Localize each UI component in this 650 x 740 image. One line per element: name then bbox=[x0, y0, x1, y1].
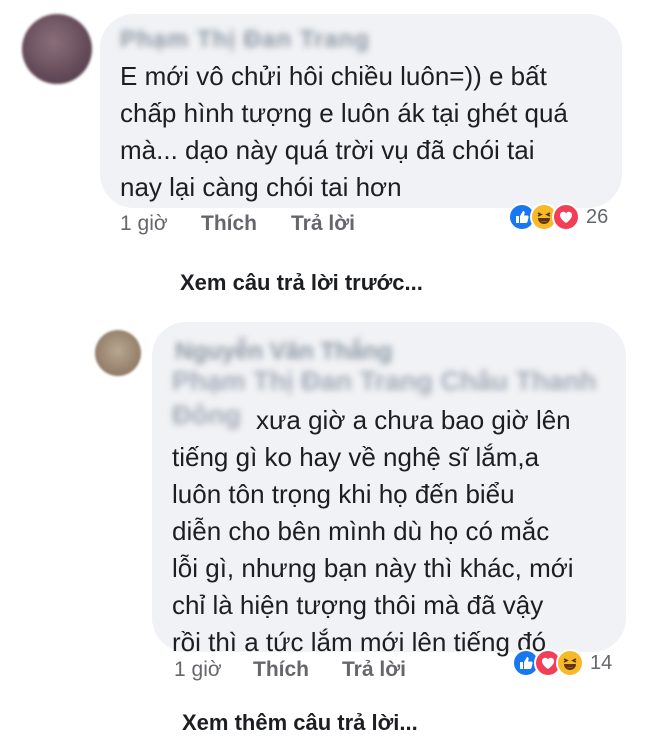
comment-author-name[interactable]: Nguyễn Văn Thắng bbox=[175, 338, 392, 366]
like-button[interactable]: Thích bbox=[253, 658, 309, 682]
view-previous-replies-link[interactable]: Xem câu trả lời trước... bbox=[180, 270, 423, 296]
comment-text-line: mà... dạo này quá trời vụ đã chói tai bbox=[120, 135, 535, 165]
like-button[interactable]: Thích bbox=[201, 212, 257, 236]
comment-text-line: tiếng gì ko hay về nghệ sĩ lắm,a bbox=[172, 442, 540, 472]
reply-button[interactable]: Trả lời bbox=[342, 658, 406, 682]
reaction-count[interactable]: 14 bbox=[590, 652, 612, 675]
comment-text-line: xưa giờ a chưa bao giờ lên bbox=[256, 405, 571, 435]
avatar[interactable] bbox=[22, 14, 92, 84]
comment-author-name[interactable]: Phạm Thị Đan Trang bbox=[120, 26, 370, 54]
comment-text-line: luôn tôn trọng khi họ đến biểu bbox=[172, 479, 515, 509]
comment-timestamp[interactable]: 1 giờ bbox=[120, 212, 168, 236]
comment-text-line: rồi thì a tức lắm mới lên tiếng đó bbox=[172, 627, 547, 657]
reaction-count[interactable]: 26 bbox=[586, 206, 608, 229]
reaction-summary[interactable]: 26 bbox=[508, 202, 608, 232]
avatar[interactable] bbox=[95, 330, 141, 376]
love-reaction-icon bbox=[552, 203, 580, 231]
comment-text-line: nay lại càng chói tai hơn bbox=[120, 172, 402, 202]
comment-text-line: E mới vô chửi hôi chiều luôn=)) e bất bbox=[120, 61, 547, 91]
comment-timestamp[interactable]: 1 giờ bbox=[174, 658, 222, 682]
comment-text-line: chấp hình tượng e luôn ák tại ghét quá bbox=[120, 98, 568, 128]
comment-text-line: lỗi gì, nhưng bạn này thì khác, mới bbox=[172, 553, 574, 583]
comment-text-line: chỉ là hiện tượng thôi mà đã vậy bbox=[172, 590, 544, 620]
comment-text: xưa giờ a chưa bao giờ lên tiếng gì ko h… bbox=[172, 402, 574, 661]
reaction-summary[interactable]: 14 bbox=[512, 648, 612, 678]
haha-reaction-icon bbox=[556, 649, 584, 677]
view-more-replies-link[interactable]: Xem thêm câu trả lời... bbox=[182, 710, 418, 736]
mentioned-user-tag[interactable]: Phạm Thị Đan Trang Châu Thanh bbox=[172, 366, 597, 397]
comment-text: E mới vô chửi hôi chiều luôn=)) e bất ch… bbox=[120, 58, 568, 206]
comment-text-line: diễn cho bên mình dù họ có mắc bbox=[172, 516, 550, 546]
reply-button[interactable]: Trả lời bbox=[291, 212, 355, 236]
